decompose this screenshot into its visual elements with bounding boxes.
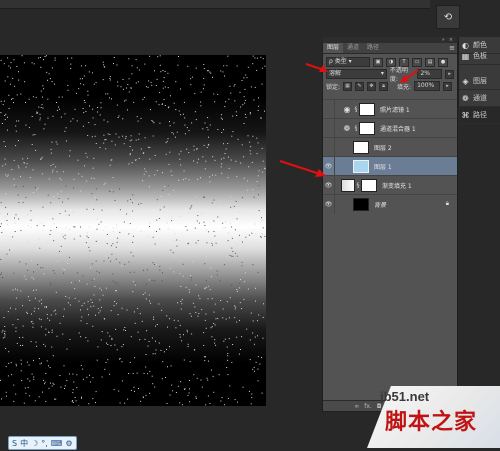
collapsed-panel-dock: ◐ 颜色 ▦ 色板 ◈ 图层 ❁ 通道 ⌘ 路径 bbox=[458, 37, 500, 124]
blend-mode-select[interactable]: 溶解 ▾ bbox=[326, 69, 387, 79]
layer-row-gradient-fill[interactable]: 👁︎ § 渐变填充 1 bbox=[323, 175, 457, 195]
red-arrow-layer bbox=[279, 160, 326, 177]
layer-name: 通道混合器 1 bbox=[380, 125, 416, 133]
document-canvas[interactable] bbox=[0, 55, 266, 406]
gradient-thumbnail bbox=[341, 178, 355, 192]
collapse-icon[interactable]: » bbox=[442, 37, 445, 43]
layer-row-layer-2[interactable]: 图层 2 bbox=[323, 137, 457, 157]
keyboard-icon[interactable]: ⌨ bbox=[51, 439, 63, 448]
settings-icon[interactable]: ⚙ bbox=[65, 439, 72, 448]
watermark-url: jb51.net bbox=[380, 389, 430, 404]
opacity-slider-button[interactable]: ▸ bbox=[445, 69, 454, 79]
document-tab-bar bbox=[0, 0, 430, 9]
tab-channels[interactable]: 通道 bbox=[343, 43, 363, 53]
layer-mask-thumbnail bbox=[361, 178, 377, 192]
layer-mask-thumbnail bbox=[359, 121, 375, 135]
layer-list: ◉ § 照片滤镜 1 ❁ § 通道混合器 1 图层 2 👁︎ 图层 1 👁︎ §… bbox=[323, 99, 457, 214]
blend-row: 溶解 ▾ 不透明度: 2% ▸ bbox=[323, 67, 457, 83]
punctuation-icon[interactable]: °, bbox=[41, 439, 48, 448]
layer-name: 图层 2 bbox=[374, 144, 392, 152]
visibility-toggle-hidden[interactable] bbox=[323, 99, 335, 119]
layer-thumbnail bbox=[353, 140, 369, 154]
channels-icon: ❁ bbox=[462, 93, 469, 103]
lock-image-icon[interactable]: ✎ bbox=[355, 81, 365, 91]
paths-icon: ⌘ bbox=[461, 110, 470, 120]
channel-mixer-icon: ❁ bbox=[343, 123, 351, 133]
ime-logo-icon: S bbox=[12, 438, 18, 448]
layer-name: 图层 1 bbox=[374, 163, 392, 171]
color-palette-icon: ◐ bbox=[462, 40, 469, 50]
panel-titlebar: » × bbox=[323, 37, 457, 43]
panel-tabs: 图层 通道 路径 ≡ bbox=[323, 43, 457, 54]
tab-paths[interactable]: 路径 bbox=[363, 43, 383, 53]
chevron-down-icon: ▾ bbox=[380, 70, 384, 77]
filter-smart-icon[interactable]: ▤ bbox=[425, 57, 435, 67]
watermark-site-name: 脚本之家 bbox=[385, 410, 478, 435]
layer-thumbnail bbox=[353, 159, 369, 173]
lock-transparency-icon[interactable]: ▦ bbox=[343, 81, 353, 91]
tab-layers[interactable]: 图层 bbox=[323, 43, 344, 53]
fx-icon[interactable]: fx. bbox=[364, 403, 372, 410]
collapsed-channels[interactable]: ❁ 通道 bbox=[459, 90, 500, 107]
layer-name: 照片滤镜 1 bbox=[380, 106, 410, 114]
layer-mask-thumbnail bbox=[359, 102, 375, 116]
layers-icon: ◈ bbox=[462, 76, 469, 86]
collapsed-layers[interactable]: ◈ 图层 bbox=[459, 73, 500, 90]
noise-overlay bbox=[0, 55, 266, 406]
collapsed-swatches[interactable]: ▦ 色板 bbox=[459, 48, 500, 65]
close-icon[interactable]: × bbox=[449, 37, 453, 43]
layer-name: 背景 bbox=[374, 201, 387, 209]
history-icon[interactable]: ⟲ bbox=[436, 5, 460, 29]
link-layers-icon[interactable]: ∞ bbox=[354, 403, 359, 410]
layer-name: 渐变填充 1 bbox=[382, 182, 412, 190]
moon-icon[interactable]: ☽ bbox=[31, 439, 38, 448]
ime-toolbar[interactable]: S 中 ☽ °, ⌨ ⚙ bbox=[8, 436, 77, 450]
layer-row-photo-filter[interactable]: ◉ § 照片滤镜 1 bbox=[323, 99, 457, 119]
visibility-toggle-hidden[interactable] bbox=[323, 137, 335, 157]
red-arrow-blend bbox=[305, 63, 328, 72]
red-arrow-opacity bbox=[400, 69, 419, 83]
collapsed-paths[interactable]: ⌘ 路径 bbox=[459, 107, 500, 124]
layer-row-layer-1[interactable]: 👁︎ 图层 1 bbox=[323, 156, 457, 176]
lock-label: 锁定: bbox=[326, 83, 341, 91]
layer-row-channel-mixer[interactable]: ❁ § 通道混合器 1 bbox=[323, 118, 457, 138]
lock-all-icon[interactable]: 🔒︎ bbox=[379, 81, 389, 91]
filter-toggle-icon[interactable]: ● bbox=[438, 57, 448, 67]
ime-language[interactable]: 中 bbox=[20, 438, 28, 449]
photo-filter-icon: ◉ bbox=[343, 104, 351, 114]
layer-row-background[interactable]: 👁︎ 背景 🔒︎ bbox=[323, 194, 457, 214]
fill-slider-button[interactable]: ▸ bbox=[443, 81, 453, 91]
visibility-toggle-hidden[interactable] bbox=[323, 118, 335, 138]
filter-kind-select[interactable]: ρ 类型 ▾ bbox=[326, 57, 370, 67]
lock-position-icon[interactable]: ✥ bbox=[367, 81, 377, 91]
panel-menu-icon[interactable]: ≡ bbox=[447, 43, 457, 53]
layer-thumbnail bbox=[353, 197, 369, 211]
filter-pixel-icon[interactable]: ▣ bbox=[373, 57, 383, 67]
layers-panel: » × 图层 通道 路径 ≡ ρ 类型 ▾ ▣ ◑ T ▭ ▤ ● 溶解 ▾ 不透… bbox=[322, 37, 458, 412]
eye-icon[interactable]: 👁︎ bbox=[323, 194, 335, 214]
swatches-icon: ▦ bbox=[461, 51, 470, 61]
lock-icon: 🔒︎ bbox=[445, 200, 449, 207]
